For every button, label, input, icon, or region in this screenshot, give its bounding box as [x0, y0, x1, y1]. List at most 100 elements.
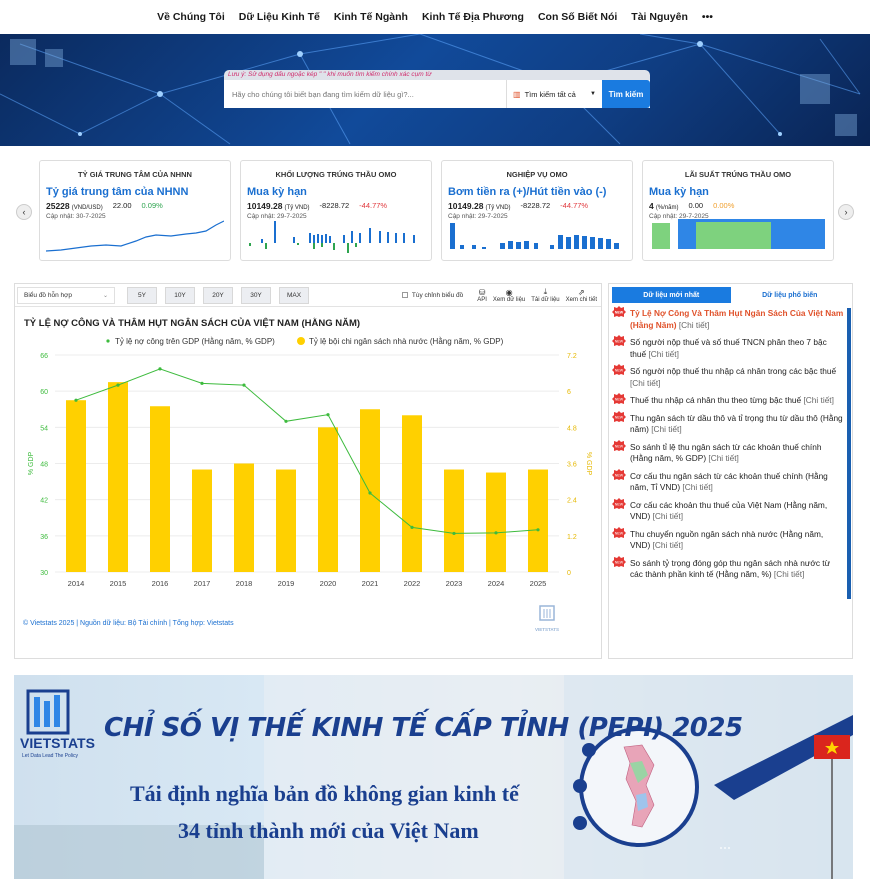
api-icon: ⛁ — [478, 287, 486, 297]
nav-economic-data[interactable]: Dữ Liệu Kinh Tế — [232, 11, 327, 23]
line-point — [116, 383, 120, 387]
detail-link[interactable]: [Chi tiết] — [774, 569, 804, 579]
chart-type-select[interactable]: Biểu đồ hỗn hợp ⌄ — [17, 286, 115, 304]
search-input[interactable] — [224, 80, 506, 108]
y-tick-label: 66 — [40, 353, 48, 360]
pepi-banner[interactable]: VIETSTATS Let Data Lead The Policy CHỈ S… — [14, 675, 853, 879]
tab-popular-data[interactable]: Dữ liệu phổ biến — [731, 287, 850, 303]
card-title[interactable]: Bơm tiền ra (+)/Hút tiền vào (-) — [448, 186, 632, 198]
view-data-button[interactable]: ◉ Xem dữ liệu — [493, 288, 525, 303]
x-tick-label: 2023 — [446, 579, 463, 588]
new-badge-icon: NEW — [612, 497, 626, 509]
side-list-item[interactable]: NEW So sánh tỉ lệ thu ngân sách từ các kh… — [612, 439, 844, 465]
range-20y-button[interactable]: 20Y — [203, 286, 233, 304]
vietstats-logo — [22, 687, 74, 742]
side-list-item[interactable]: NEW Cơ cấu thu ngân sách từ các khoản thu… — [612, 468, 844, 494]
carousel-prev-button[interactable]: ‹ — [16, 204, 32, 220]
side-item-title: Thuế thu nhập cá nhân thu theo từng bậc … — [630, 395, 802, 405]
legend-bar-marker — [297, 337, 305, 345]
card-header: LÃI SUẤT TRÚNG THẦU OMO — [684, 170, 792, 179]
banner-subtitle-2: 34 tỉnh thành mới của Việt Nam — [178, 818, 479, 843]
card-sparkline-bars-blue — [450, 223, 619, 249]
side-panel: Dữ liệu mới nhất Dữ liệu phổ biến NEW Tỷ … — [608, 283, 853, 659]
nav-resources[interactable]: Tài Nguyên — [624, 11, 695, 23]
nav-numbers[interactable]: Con Số Biết Nói — [531, 11, 624, 23]
detail-link[interactable]: [Chi tiết] — [651, 424, 681, 434]
card-change: 0.00 — [688, 201, 704, 210]
svg-text:NEW: NEW — [615, 369, 624, 373]
eye-icon: ◉ — [505, 287, 513, 297]
y-tick-label: 54 — [40, 425, 48, 432]
card-change: -8228.72 — [319, 201, 350, 210]
custom-chart-checkbox[interactable] — [401, 292, 408, 298]
bar — [360, 409, 380, 572]
side-list-item[interactable]: NEW Thuế thu nhập cá nhân thu theo từng b… — [612, 393, 844, 407]
detail-link[interactable]: [Chi tiết] — [708, 453, 738, 463]
view-detail-button[interactable]: ⇗ Xem chi tiết — [566, 288, 597, 303]
nav-industry[interactable]: Kinh Tế Ngành — [327, 11, 415, 23]
detail-link[interactable]: [Chi tiết] — [653, 540, 683, 550]
detail-link[interactable]: [Chi tiết] — [803, 395, 833, 405]
side-list-item[interactable]: NEW So sánh tỷ trọng đóng góp thu ngân sá… — [612, 555, 844, 581]
chart-title: TỶ LỆ NỢ CÔNG VÀ THÂM HỤT NGÂN SÁCH CỦA … — [24, 318, 361, 329]
legend-line-label: Tỷ lệ nợ công trên GDP (Hằng năm, % GDP) — [115, 337, 275, 346]
card-omo-operation[interactable]: NGHIỆP VỤ OMO Bơm tiền ra (+)/Hút tiền v… — [441, 160, 633, 261]
detail-link[interactable]: [Chi tiết] — [630, 378, 660, 388]
carousel-next-button[interactable]: › — [838, 204, 854, 220]
y2-axis-label: % GDP — [585, 452, 592, 476]
card-omo-volume[interactable]: KHỐI LƯỢNG TRÚNG THẦU OMO Mua kỳ hạn 101… — [240, 160, 432, 261]
range-30y-button[interactable]: 30Y — [241, 286, 271, 304]
y2-tick-label: 6 — [567, 389, 571, 396]
card-value: 10149.28 — [448, 201, 484, 211]
side-list-item[interactable]: NEW Tỷ Lệ Nợ Công Và Thâm Hụt Ngân Sách C… — [612, 306, 844, 331]
card-title[interactable]: Mua kỳ hạn — [247, 186, 431, 198]
range-max-button[interactable]: MAX — [279, 286, 309, 304]
detail-link[interactable]: [Chi tiết] — [679, 320, 709, 330]
custom-chart-toggle[interactable]: Tùy chỉnh biểu đồ — [401, 292, 463, 299]
card-omo-rate[interactable]: LÃI SUẤT TRÚNG THẦU OMO Mua kỳ hạn 4 (%/… — [642, 160, 834, 261]
side-scrollbar[interactable] — [847, 308, 851, 599]
search-button[interactable]: Tìm kiếm — [602, 80, 650, 108]
new-badge-icon: NEW — [612, 306, 626, 317]
svg-text:NEW: NEW — [615, 311, 624, 315]
bar — [108, 382, 128, 572]
x-tick-label: 2016 — [152, 579, 169, 588]
detail-link[interactable]: [Chi tiết] — [648, 349, 678, 359]
chevron-right-icon: › — [844, 207, 848, 217]
new-badge-icon: NEW — [612, 335, 626, 346]
hero-banner: Lưu ý: Sử dụng dấu ngoặc kép " " khi muố… — [0, 34, 870, 146]
card-sparkline-line — [46, 220, 224, 252]
side-list-item[interactable]: NEW Thu ngân sách từ dầu thô và tỉ trọng … — [612, 410, 844, 436]
search-scope-dropdown[interactable]: ▥ Tìm kiếm tất cả ▼ — [506, 80, 602, 108]
nav-about[interactable]: Về Chúng Tôi — [150, 11, 232, 23]
card-title[interactable]: Tỷ giá trung tâm của NHNN — [46, 186, 230, 198]
chart-toolbar: Biểu đồ hỗn hợp ⌄ 5Y 10Y 20Y 30Y MAX Tùy… — [15, 284, 601, 307]
banner-graphic — [14, 675, 853, 879]
building-icon — [539, 605, 555, 621]
side-item-title: Tỷ Lệ Nợ Công Và Thâm Hụt Ngân Sách Của … — [630, 308, 844, 330]
detail-link[interactable]: [Chi tiết] — [682, 482, 712, 492]
new-badge-icon: NEW — [612, 364, 626, 375]
search-scope-label: Tìm kiếm tất cả — [524, 89, 576, 99]
side-list-item[interactable]: NEW Cơ cấu các khoản thu thuế của Việt Na… — [612, 497, 844, 523]
side-list-item[interactable]: NEW Số người nộp thuế thu nhập cá nhân tr… — [612, 364, 844, 389]
detail-link[interactable]: [Chi tiết] — [653, 511, 683, 521]
card-header: KHỐI LƯỢNG TRÚNG THẦU OMO — [275, 170, 397, 179]
api-button[interactable]: ⛁ API — [477, 288, 487, 303]
card-title[interactable]: Mua kỳ hạn — [649, 186, 833, 198]
new-badge-icon: NEW — [612, 468, 626, 480]
card-exchange-rate[interactable]: TỶ GIÁ TRUNG TÂM CỦA NHNN Tỷ giá trung t… — [39, 160, 231, 261]
range-10y-button[interactable]: 10Y — [165, 286, 195, 304]
side-list-item[interactable]: NEW Thu chuyển nguồn ngân sách nhà nước (… — [612, 526, 844, 552]
nav-local-economy[interactable]: Kinh Tế Địa Phương — [415, 11, 531, 23]
svg-text:NEW: NEW — [615, 531, 624, 535]
side-list-item[interactable]: NEW Số người nộp thuế và số thuế TNCN phâ… — [612, 335, 844, 360]
tab-latest-data[interactable]: Dữ liệu mới nhất — [612, 287, 731, 303]
caret-down-icon: ▼ — [590, 91, 596, 97]
nav-more-icon[interactable]: ••• — [695, 11, 720, 23]
x-tick-label: 2014 — [68, 579, 85, 588]
download-button[interactable]: ⤓ Tải dữ liệu — [531, 287, 559, 303]
line-point — [242, 383, 246, 387]
y2-tick-label: 0 — [567, 570, 571, 577]
range-5y-button[interactable]: 5Y — [127, 286, 157, 304]
